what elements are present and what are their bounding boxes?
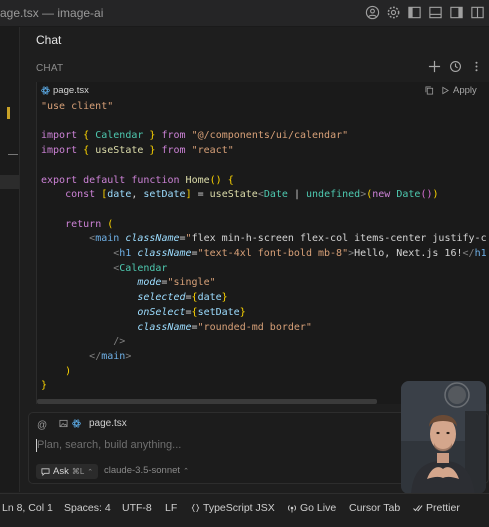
code-line: import { Calendar } from "@/components/u… [41,130,349,142]
code-block: page.tsx Apply "use client" import { Cal… [36,82,489,404]
plus-icon[interactable] [428,60,441,73]
model-selector[interactable]: claude-3.5-sonnet ⌃ [104,465,189,476]
code-line: </main> [89,350,132,362]
broadcast-icon [288,505,296,513]
mode-selector[interactable]: Ask ⌘L ⌃ [36,464,99,479]
braces-icon [191,503,200,513]
code-line: import { useState } from "react" [41,145,234,157]
react-file-icon [41,86,50,95]
code-line: /> [113,336,126,348]
selected-row[interactable] [0,175,19,189]
apply-play-icon[interactable] [441,86,450,95]
chat-section-header: CHAT [36,63,64,74]
double-check-icon [413,505,423,512]
code-line: mode="single" [137,277,216,289]
toggle-panel-icon[interactable] [428,5,443,20]
code-line: className="rounded-md border" [137,321,312,333]
add-context-button[interactable]: @ [37,420,47,431]
apply-button[interactable]: Apply [453,85,477,96]
account-icon[interactable] [365,5,380,20]
eol-status[interactable]: LF [165,502,177,514]
code-line: "use client" [41,101,114,112]
indentation-status[interactable]: Spaces: 4 [64,502,111,514]
toggle-primary-sidebar-icon[interactable] [407,5,422,20]
go-live-button[interactable]: Go Live [287,502,336,514]
chat-tab[interactable]: Chat [36,33,61,47]
code-line: <main className="flex min-h-screen flex-… [89,233,487,245]
code-file-name[interactable]: page.tsx [53,85,89,96]
title-bar-actions [365,5,485,20]
modified-line-marker [7,107,10,119]
code-line: onSelect={setDate} [137,306,246,318]
code-line: ) [65,365,72,377]
go-live-label: Go Live [300,502,337,514]
window-title: age.tsx — image-ai [0,6,104,20]
chat-bubble-icon [41,468,50,476]
chat-actions [428,60,483,73]
code-content[interactable]: "use client" import { Calendar } from "@… [41,100,487,394]
code-line: selected={date} [137,292,228,304]
image-file-icon [59,419,68,428]
code-line: return ( [65,218,114,230]
webcam-overlay [401,381,486,494]
prettier-status[interactable]: Prettier [413,502,460,514]
copy-icon[interactable] [425,86,434,95]
chat-prompt-input[interactable] [37,439,457,451]
context-file-label: page.tsx [89,418,127,429]
collapse-marker [8,154,18,155]
gear-icon[interactable] [386,5,401,20]
history-icon[interactable] [449,60,462,73]
presenter-video-image [401,381,486,494]
code-line: export default function Home() { [41,174,234,186]
language-label: TypeScript JSX [203,502,275,514]
react-file-icon [72,419,81,428]
mode-label: Ask [53,466,69,477]
code-horizontal-scrollbar[interactable] [37,399,377,404]
editor-left-strip [0,27,20,492]
chevron-up-icon: ⌃ [87,468,94,476]
title-bar: age.tsx — image-ai [0,0,489,27]
encoding-status[interactable]: UTF-8 [122,502,152,514]
code-line: const [date, setDate] = useState<Date | … [65,189,439,201]
toggle-secondary-sidebar-icon[interactable] [449,5,464,20]
mode-shortcut: ⌘L [71,467,85,476]
code-line: <Calendar [113,262,168,274]
model-label: claude-3.5-sonnet [104,465,181,476]
context-file-chip[interactable]: page.tsx [55,418,127,429]
more-icon[interactable] [470,60,483,73]
prettier-label: Prettier [426,502,460,514]
customize-layout-icon[interactable] [470,5,485,20]
code-line: <h1 className="text-4xl font-bold mb-8">… [113,248,487,260]
chevron-up-icon: ⌃ [183,467,189,475]
language-mode[interactable]: TypeScript JSX [191,502,275,514]
status-bar: Ln 8, Col 1 Spaces: 4 UTF-8 LF TypeScrip… [0,493,489,527]
code-block-header: page.tsx Apply [37,82,489,99]
cursor-tab-status[interactable]: Cursor Tab [349,502,400,514]
cursor-position[interactable]: Ln 8, Col 1 [2,502,53,514]
